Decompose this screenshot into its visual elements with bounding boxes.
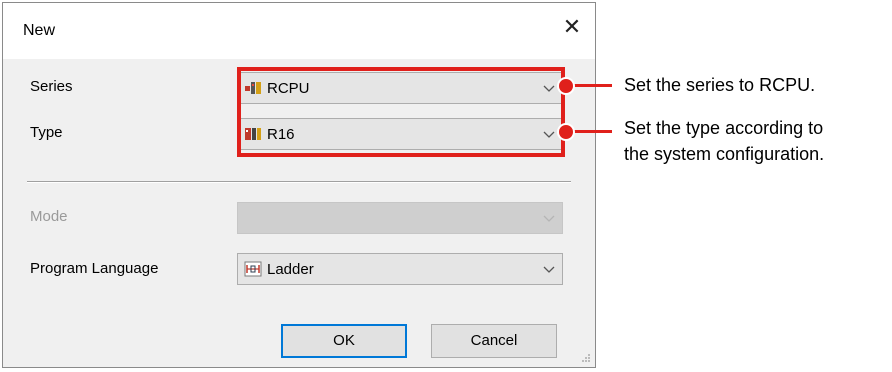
mode-label: Mode: [30, 208, 68, 225]
resize-grip-icon[interactable]: [581, 353, 591, 363]
series-callout-dot: [557, 77, 575, 95]
chevron-down-icon: [543, 266, 555, 273]
program-language-dropdown[interactable]: Ladder: [237, 253, 563, 285]
close-button[interactable]: ✕: [557, 13, 587, 43]
cancel-button[interactable]: Cancel: [431, 324, 557, 358]
type-callout-dot: [557, 123, 575, 141]
dialog-title: New: [23, 22, 56, 39]
series-label: Series: [30, 78, 73, 95]
type-annotation-line1: Set the type according to: [624, 118, 824, 138]
program-language-value: Ladder: [267, 261, 314, 278]
type-annotation-line2: the system configuration.: [624, 144, 825, 164]
highlight-box: [237, 67, 565, 157]
program-language-label: Program Language: [30, 260, 159, 277]
separator: [27, 181, 571, 183]
ladder-icon: [244, 261, 262, 277]
series-annotation: Set the series to RCPU.: [624, 75, 816, 95]
chevron-down-icon: [543, 215, 555, 222]
title-bar: New ✕: [3, 3, 595, 59]
new-project-dialog: New ✕ Series RCPU Type R16 Mode Program …: [2, 2, 596, 368]
type-label: Type: [30, 124, 63, 141]
mode-dropdown: [237, 202, 563, 234]
ok-button[interactable]: OK: [281, 324, 407, 358]
